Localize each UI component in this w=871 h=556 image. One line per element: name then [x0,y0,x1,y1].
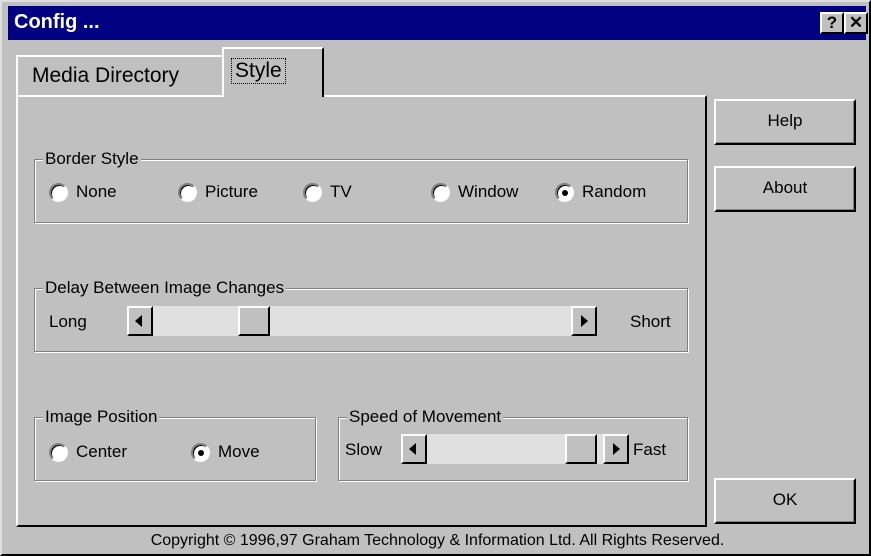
radio-label: Center [76,442,128,461]
radio-circle-icon [191,442,210,462]
speed-fast-label: Fast [633,440,667,459]
image-position-group: Image Position Center Move [34,407,316,481]
scroll-right-button[interactable] [571,306,597,336]
radio-circle-icon [178,182,197,202]
radio-selected-dot-icon [562,189,568,196]
scroll-left-button[interactable] [127,306,153,336]
speed-slider-thumb[interactable] [565,434,597,464]
speed-slider[interactable] [401,434,629,464]
radio-selected-dot-icon [198,449,204,456]
radio-label: TV [330,182,352,201]
image-position-legend: Image Position [43,407,160,427]
scroll-left-button[interactable] [401,434,427,464]
radio-circle-icon [303,182,322,202]
window-title: Config ... [14,11,100,33]
delay-slider[interactable] [127,306,597,336]
radio-position-move[interactable]: Move [191,442,260,462]
ok-button[interactable]: OK [714,478,856,524]
scroll-right-button[interactable] [603,434,629,464]
radio-label: Random [582,182,647,201]
radio-position-center[interactable]: Center [49,442,127,462]
radio-border-random[interactable]: Random [555,182,646,202]
tab-media-directory[interactable]: Media Directory [16,55,224,95]
radio-label: Window [458,182,519,201]
delay-slider-thumb[interactable] [238,306,270,336]
style-tab-panel: Border Style None Picture TV Window Rand… [16,95,707,527]
radio-circle-icon [49,182,68,202]
radio-label: Picture [205,182,258,201]
copyright-text: Copyright © 1996,97 Graham Technology & … [150,532,725,549]
title-bar[interactable]: Config ... ? ✕ [8,6,868,40]
radio-circle-icon [555,182,574,202]
radio-label: Move [218,442,260,461]
radio-border-window[interactable]: Window [431,182,518,202]
tab-label: Style [231,58,286,84]
speed-slow-label: Slow [345,440,382,459]
arrow-left-icon [409,443,416,455]
radio-border-none[interactable]: None [49,182,117,202]
speed-group: Speed of Movement Slow Fast [338,407,688,481]
radio-circle-icon [49,442,68,462]
radio-circle-icon [431,182,450,202]
tab-label: Media Directory [32,64,180,87]
radio-border-tv[interactable]: TV [303,182,352,202]
help-button[interactable]: Help [714,99,856,145]
delay-short-label: Short [630,312,671,331]
border-style-group: Border Style None Picture TV Window Rand… [34,149,688,223]
delay-group: Delay Between Image Changes Long Short [34,278,688,352]
border-style-legend: Border Style [43,149,141,169]
arrow-right-icon [581,315,588,327]
about-button[interactable]: About [714,166,856,212]
delay-long-label: Long [49,312,87,331]
arrow-left-icon [135,315,142,327]
radio-label: None [76,182,117,201]
close-button[interactable]: ✕ [844,12,868,34]
arrow-right-icon [613,443,620,455]
radio-border-picture[interactable]: Picture [178,182,258,202]
config-dialog: Config ... ? ✕ Media Directory Style Bor… [0,0,871,556]
speed-legend: Speed of Movement [347,407,504,427]
context-help-button[interactable]: ? [820,12,844,34]
delay-legend: Delay Between Image Changes [43,278,287,298]
tab-style[interactable]: Style [222,47,324,97]
